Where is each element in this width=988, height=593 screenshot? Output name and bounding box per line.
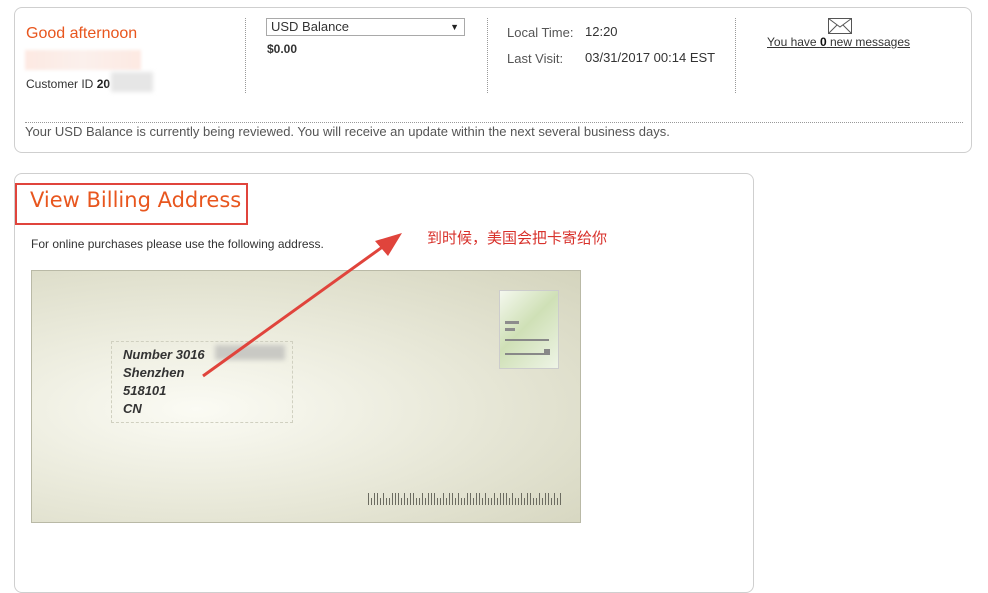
- account-summary-panel: Good afternoon Customer ID 20 USD Balanc…: [14, 7, 972, 153]
- address-line-2: Shenzhen: [123, 365, 185, 380]
- envelope-icon[interactable]: [828, 18, 852, 34]
- balance-amount: $0.00: [267, 42, 298, 56]
- local-time-value: 12:20: [585, 24, 618, 39]
- billing-title: View Billing Address: [30, 188, 242, 212]
- annotation-text: 到时候，美国会把卡寄给你: [427, 229, 608, 247]
- divider: [487, 18, 488, 93]
- caret-down-icon: ▼: [450, 22, 459, 32]
- address-line-4: CN: [123, 401, 142, 416]
- balance-currency-select[interactable]: USD Balance ▼: [266, 18, 465, 36]
- customer-id-label: Customer ID: [26, 77, 94, 91]
- redacted-address: [215, 345, 285, 360]
- customer-id-value: 20: [96, 77, 111, 91]
- redacted-name: [25, 50, 141, 70]
- local-time-label: Local Time:: [507, 25, 574, 40]
- address-line-3: 518101: [123, 383, 167, 398]
- barcode-icon: [368, 493, 561, 505]
- messages-count: 0: [819, 35, 827, 49]
- customer-id: Customer ID 20: [26, 77, 110, 91]
- messages-prefix: You have: [767, 35, 820, 49]
- messages-link[interactable]: You have 0 new messages: [767, 35, 910, 49]
- balance-select-value: USD Balance: [271, 19, 350, 34]
- last-visit-value: 03/31/2017 00:14 EST: [585, 50, 716, 65]
- balance-review-notice: Your USD Balance is currently being revi…: [25, 124, 670, 139]
- last-visit-label: Last Visit:: [507, 51, 564, 66]
- envelope-image: Number 3016 Shenzhen 518101 CN: [31, 270, 581, 523]
- divider: [735, 18, 736, 93]
- billing-instruction: For online purchases please use the foll…: [31, 237, 324, 251]
- redacted-customer-id: [111, 72, 153, 92]
- divider: [245, 18, 246, 93]
- greeting-text: Good afternoon: [26, 25, 138, 42]
- billing-address-panel: View Billing Address For online purchase…: [14, 173, 754, 593]
- address-line-1: Number 3016: [123, 347, 205, 362]
- postage-stamp-icon: [499, 290, 559, 369]
- notice-divider: [25, 122, 963, 123]
- messages-suffix: new messages: [826, 35, 911, 49]
